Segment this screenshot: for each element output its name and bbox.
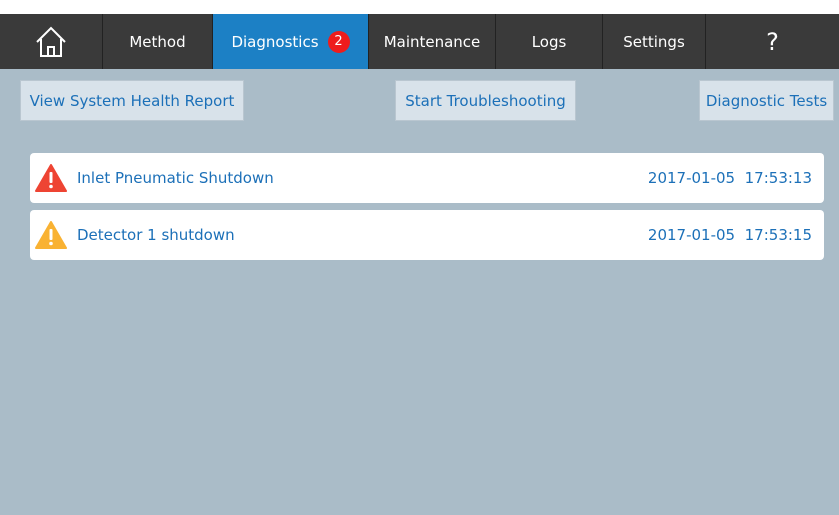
diagnostic-tests-button[interactable]: Diagnostic Tests — [699, 80, 834, 121]
tab-settings-label: Settings — [623, 32, 685, 51]
diagnostics-count-badge: 2 — [327, 30, 350, 53]
home-button[interactable] — [0, 14, 103, 69]
tab-maintenance-label: Maintenance — [383, 32, 481, 51]
tab-method[interactable]: Method — [103, 14, 213, 69]
tab-diagnostics-label: Diagnostics — [231, 32, 319, 51]
start-troubleshooting-button[interactable]: Start Troubleshooting — [395, 80, 576, 121]
alert-label: Inlet Pneumatic Shutdown — [77, 169, 274, 187]
diagnostic-tests-label: Diagnostic Tests — [705, 91, 828, 110]
alert-timestamp: 2017-01-05 17:53:13 — [647, 169, 812, 187]
tab-maintenance[interactable]: Maintenance — [369, 14, 496, 69]
tab-logs-label: Logs — [531, 32, 567, 51]
tab-method-label: Method — [129, 32, 186, 51]
tab-logs[interactable]: Logs — [496, 14, 603, 69]
warning-icon — [35, 221, 67, 249]
tab-settings[interactable]: Settings — [603, 14, 706, 69]
help-button[interactable]: ? — [706, 14, 839, 69]
alert-row-inlet-pneumatic-shutdown[interactable]: Inlet Pneumatic Shutdown 2017-01-05 17:5… — [30, 153, 824, 203]
top-navigation-bar: Method Diagnostics 2 Maintenance Logs Se… — [0, 14, 839, 69]
help-icon: ? — [766, 27, 779, 56]
view-system-health-report-label: View System Health Report — [29, 91, 235, 110]
alert-row-detector-1-shutdown[interactable]: Detector 1 shutdown 2017-01-05 17:53:15 — [30, 210, 824, 260]
alert-label: Detector 1 shutdown — [77, 226, 235, 244]
tab-diagnostics[interactable]: Diagnostics 2 — [213, 14, 369, 69]
start-troubleshooting-label: Start Troubleshooting — [405, 91, 566, 110]
home-icon — [36, 26, 66, 57]
view-system-health-report-button[interactable]: View System Health Report — [20, 80, 244, 121]
error-warning-icon — [35, 164, 67, 192]
alert-timestamp: 2017-01-05 17:53:15 — [647, 226, 812, 244]
top-clipped-strip — [0, 0, 839, 14]
